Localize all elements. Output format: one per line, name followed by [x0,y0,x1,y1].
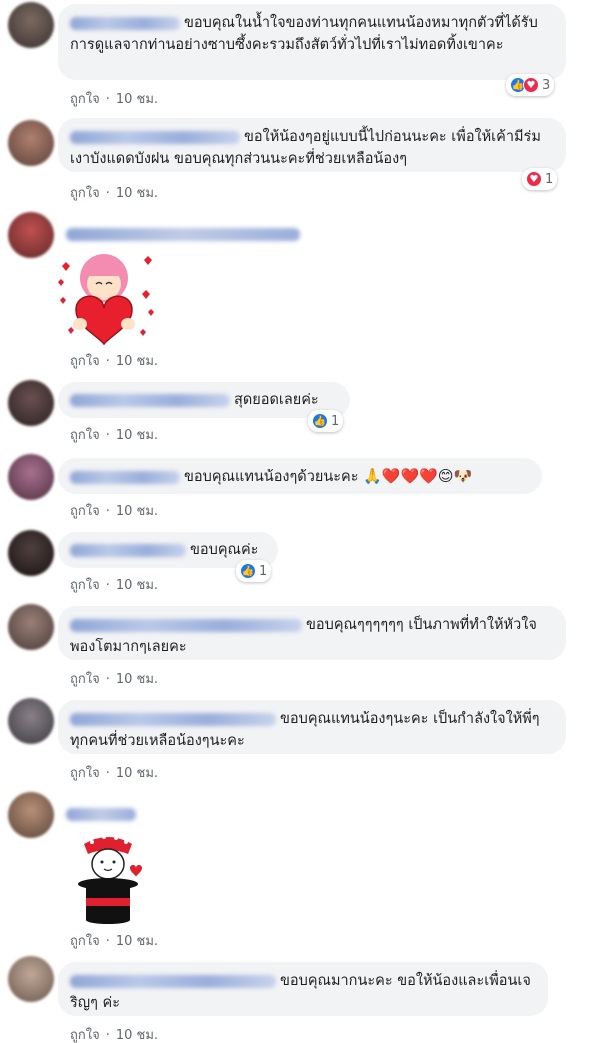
reaction-summary[interactable]: 👍 1 [308,410,344,432]
like-link[interactable]: ถูกใจ [70,578,100,593]
heart-girl-sticker [54,248,154,348]
comment-actions: ถูกใจ · 10 ชม. [70,672,159,687]
like-link[interactable]: ถูกใจ [70,354,100,369]
comment-time[interactable]: 10 ชม. [116,934,158,949]
avatar[interactable] [8,212,54,258]
comment-time[interactable]: 10 ชม. [116,1028,158,1043]
magician-hat-sticker [70,828,146,928]
comment-time[interactable]: 10 ชม. [116,504,158,519]
comment-text: ขอบคุณค่ะ [190,542,259,558]
comment-time[interactable]: 10 ชม. [116,672,158,687]
love-reaction-icon: ♥ [523,77,539,93]
avatar[interactable] [8,380,54,426]
reaction-summary[interactable]: ♥ 1 [522,168,558,190]
commenter-name[interactable] [70,974,276,988]
comment-time[interactable]: 10 ชม. [116,766,158,781]
comment-actions: ถูกใจ · 10 ชม. [70,504,159,519]
comment-text: ขอบคุณแทนน้องๆด้วยนะคะ [184,469,359,485]
comment-actions: ถูกใจ · 10 ชม. [70,578,159,593]
like-link[interactable]: ถูกใจ [70,92,100,107]
love-reaction-icon: ♥ [526,171,542,187]
comment-time[interactable]: 10 ชม. [116,428,158,443]
avatar[interactable] [8,530,54,576]
commenter-name[interactable] [70,618,302,632]
reaction-summary[interactable]: 👍 ♥ 3 [506,74,555,96]
like-link[interactable]: ถูกใจ [70,504,100,519]
comment-bubble: ขอบคุณมากนะคะ ขอให้น้องและเพื่อนเจริญๆ ค… [58,962,548,1016]
comment-actions: ถูกใจ · 10 ชม. [70,354,159,369]
comment-actions: ถูกใจ · 10 ชม. [70,1028,159,1043]
avatar[interactable] [8,604,54,650]
comment-actions: ถูกใจ · 10 ชม. [70,186,159,201]
emoji-reactions: 🙏❤️❤️❤️😊🐶 [363,467,473,485]
comment-actions: ถูกใจ · 10 ชม. [70,766,159,781]
commenter-name[interactable] [70,543,186,557]
reaction-count: 1 [259,563,268,579]
avatar[interactable] [8,2,54,48]
comment-bubble: สุดยอดเลยค่ะ [58,382,350,418]
comment-time[interactable]: 10 ชม. [116,186,158,201]
avatar[interactable] [8,454,54,500]
reaction-count: 3 [542,77,551,93]
commenter-name[interactable] [70,393,230,407]
avatar[interactable] [8,956,54,1002]
comment-actions: ถูกใจ · 10 ชม. [70,934,159,949]
comment-actions: ถูกใจ · 10 ชม. [70,428,159,443]
avatar[interactable] [8,120,54,166]
commenter-name[interactable] [70,712,276,726]
comment-text: สุดยอดเลยค่ะ [234,392,319,408]
like-link[interactable]: ถูกใจ [70,1028,100,1043]
comment-time[interactable]: 10 ชม. [116,578,158,593]
reaction-summary[interactable]: 👍 1 [236,560,272,582]
avatar[interactable] [8,792,54,838]
reaction-count: 1 [331,413,340,429]
avatar[interactable] [8,698,54,744]
commenter-name[interactable] [66,228,300,241]
comment-bubble: ขอบคุณๆๆๆๆๆๆ เป็นภาพที่ทำให้หัวใจพองโตมา… [58,606,566,660]
commenter-name[interactable] [70,470,180,484]
like-link[interactable]: ถูกใจ [70,428,100,443]
comment-bubble: ขอบคุณแทนน้องๆนะคะ เป็นกำลังใจให้พี่ๆทุก… [58,700,566,754]
like-link[interactable]: ถูกใจ [70,186,100,201]
comment-bubble: ขอบคุณแทนน้องๆด้วยนะคะ 🙏❤️❤️❤️😊🐶 [58,458,542,494]
commenter-name[interactable] [66,808,136,821]
comment-time[interactable]: 10 ชม. [116,92,158,107]
comment-time[interactable]: 10 ชม. [116,354,158,369]
reaction-count: 1 [545,171,554,187]
like-reaction-icon: 👍 [240,563,256,579]
commenter-name[interactable] [70,130,240,144]
commenter-name[interactable] [70,16,180,30]
comment-bubble: ขอบคุณในน้ำใจของท่านทุกคนแทนน้องหมาทุกตั… [58,4,566,80]
like-link[interactable]: ถูกใจ [70,766,100,781]
like-link[interactable]: ถูกใจ [70,934,100,949]
like-reaction-icon: 👍 [312,413,328,429]
comment-bubble: ขอให้น้องๆอยู่แบบนี้ไปก่อนนะคะ เพื่อให้เ… [58,118,566,172]
like-link[interactable]: ถูกใจ [70,672,100,687]
comment-actions: ถูกใจ · 10 ชม. [70,92,159,107]
